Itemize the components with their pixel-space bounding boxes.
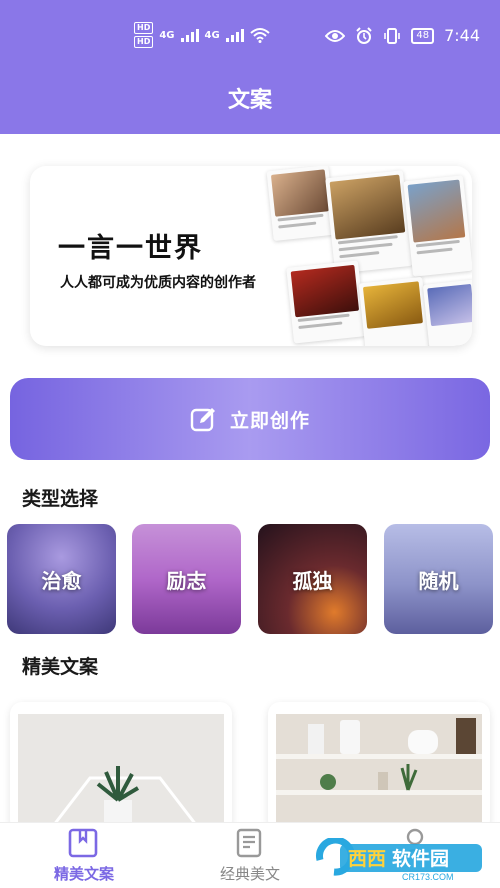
category-section-title: 类型选择 — [22, 488, 99, 510]
create-now-label: 立即创作 — [229, 409, 310, 432]
battery-icon: 48 — [411, 27, 435, 44]
hero-banner[interactable]: 一言一世界 人人都可成为优质内容的创作者 — [30, 166, 472, 346]
eye-icon — [325, 29, 346, 42]
clock: 7:44 — [444, 26, 480, 45]
category-label: 励志 — [166, 568, 207, 593]
tab-featured-copy[interactable]: 精美文案 — [14, 823, 154, 888]
signal-icon — [180, 28, 199, 42]
featured-card[interactable] — [268, 702, 490, 832]
svg-text:CR173.COM: CR173.COM — [402, 872, 454, 882]
tab-label: 经典美文 — [219, 865, 280, 883]
category-healing[interactable]: 治愈 — [7, 524, 116, 634]
network-label-1: 4G — [159, 29, 175, 41]
wifi-icon — [250, 28, 270, 43]
kitchen-shelf-image — [276, 714, 482, 832]
category-loneliness[interactable]: 孤独 — [258, 524, 367, 634]
hd-indicator: HD HD — [134, 22, 154, 48]
tab-label: 精美文案 — [53, 865, 114, 883]
document-icon — [236, 828, 262, 858]
photo-collage — [266, 166, 472, 346]
featured-section-title: 精美文案 — [22, 656, 99, 678]
vibrate-icon — [384, 27, 401, 44]
category-label: 随机 — [418, 568, 459, 593]
watermark-logo: 西西 软件园 CR173.COM — [300, 836, 486, 882]
page-title: 文案 — [227, 88, 272, 113]
edit-icon — [190, 408, 215, 432]
status-bar: HD HD 4G 4G 48 7:44 — [0, 0, 500, 70]
banner-headline: 一言一世界 — [58, 233, 203, 264]
network-label-2: 4G — [204, 29, 220, 41]
create-now-button[interactable]: 立即创作 — [10, 378, 490, 460]
category-label: 孤独 — [292, 568, 333, 593]
plant-shelf-image — [18, 714, 224, 832]
svg-text:软件园: 软件园 — [392, 847, 449, 870]
signal-icon — [225, 28, 244, 42]
bookmark-book-icon — [68, 828, 98, 858]
category-inspiration[interactable]: 励志 — [132, 524, 241, 634]
category-label: 治愈 — [41, 568, 82, 593]
tab-classic-essays[interactable]: 经典美文 — [180, 823, 320, 888]
featured-card[interactable] — [10, 702, 232, 832]
alarm-icon — [356, 26, 373, 44]
svg-text:西西: 西西 — [348, 849, 386, 870]
category-random[interactable]: 随机 — [384, 524, 493, 634]
banner-subline: 人人都可成为优质内容的创作者 — [60, 275, 256, 291]
